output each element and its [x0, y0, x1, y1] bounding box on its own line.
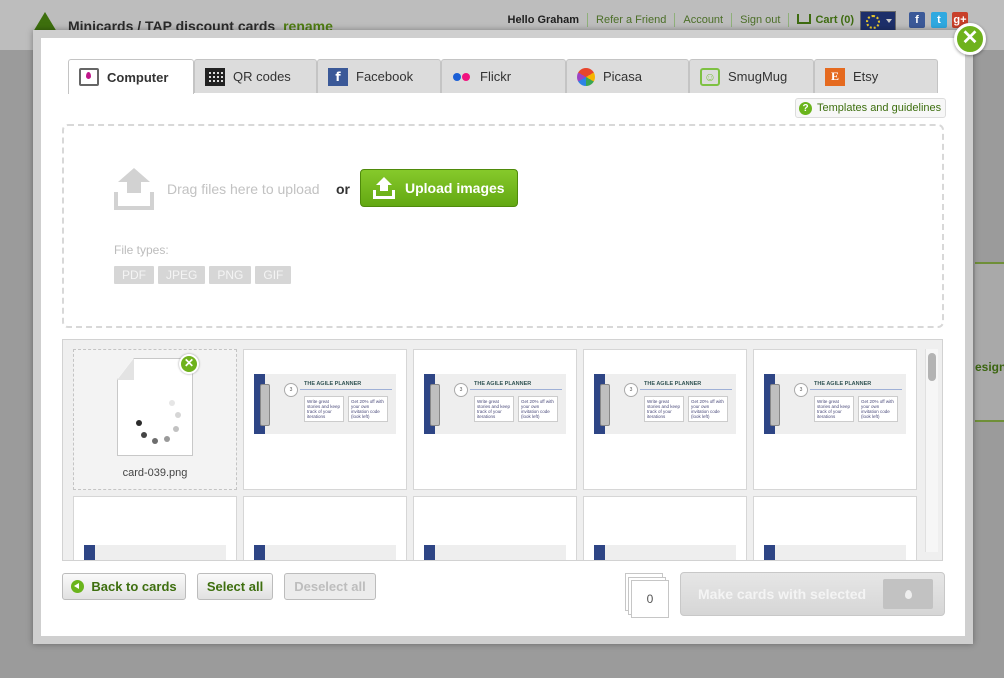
file-types-label: File types:: [114, 243, 169, 257]
gallery-thumbnail[interactable]: [583, 496, 747, 560]
gallery-scrollbar[interactable]: [925, 349, 938, 552]
region-selector[interactable]: [860, 11, 896, 31]
facebook-icon: f: [328, 67, 348, 86]
file-type-badge: JPEG: [158, 266, 206, 284]
gallery-item-loading[interactable]: ✕ card-039.png: [73, 349, 237, 490]
card-preview-image: 3 THE AGILE PLANNER Write great stories …: [254, 374, 396, 434]
tab-label: Picasa: [603, 69, 643, 84]
card-preview-image: [254, 545, 396, 560]
make-cards-button[interactable]: Make cards with selected: [680, 572, 945, 616]
tab-facebook[interactable]: f Facebook: [317, 59, 441, 93]
tab-label: QR codes: [233, 69, 291, 84]
facebook-icon[interactable]: f: [909, 12, 925, 28]
gallery-thumbnail[interactable]: 3 THE AGILE PLANNER Write great stories …: [413, 349, 577, 490]
tab-flickr[interactable]: Flickr: [441, 59, 566, 93]
upload-dropzone[interactable]: [62, 124, 944, 328]
or-text: or: [336, 181, 350, 197]
cart-icon: [797, 14, 812, 24]
file-type-badge: PDF: [114, 266, 154, 284]
tab-computer[interactable]: Computer: [68, 59, 194, 94]
cart-label: Cart (0): [815, 14, 854, 26]
tab-label: SmugMug: [728, 69, 788, 84]
tab-label: Etsy: [853, 69, 879, 84]
deselect-all-button[interactable]: Deselect all: [284, 573, 376, 600]
gallery-thumbnail[interactable]: 3 THE AGILE PLANNER Write great stories …: [583, 349, 747, 490]
tab-qr-codes[interactable]: QR codes: [194, 59, 317, 93]
refer-friend-link[interactable]: Refer a Friend: [588, 13, 676, 27]
upload-tray-icon: [114, 168, 154, 210]
selected-count-value: 0: [646, 592, 654, 606]
gallery-thumbnail[interactable]: 3 THE AGILE PLANNER Write great stories …: [753, 349, 917, 490]
card-preview-image: 3 THE AGILE PLANNER Write great stories …: [764, 374, 906, 434]
picasa-icon: [577, 67, 595, 86]
logo-icon[interactable]: [33, 12, 57, 32]
file-type-badge: GIF: [255, 266, 292, 284]
file-types-list: PDF JPEG PNG GIF: [114, 266, 295, 284]
background-panel: esign: [975, 262, 1004, 422]
card-preview-image: [424, 545, 566, 560]
selected-count: 0: [625, 573, 670, 618]
greeting-text: Hello Graham: [500, 13, 589, 27]
loading-spinner-icon: [135, 400, 181, 444]
twitter-icon[interactable]: t: [931, 12, 947, 28]
file-name: card-039.png: [122, 467, 188, 479]
source-tabs: Computer QR codes f Facebook Flickr Pica…: [68, 59, 938, 94]
templates-guidelines-link[interactable]: ? Templates and guidelines: [795, 98, 947, 118]
back-to-cards-button[interactable]: Back to cards: [62, 573, 186, 600]
remove-item-button[interactable]: ✕: [179, 354, 199, 374]
user-nav: Hello Graham Refer a Friend Account Sign…: [500, 13, 862, 27]
gallery-thumbnail[interactable]: [753, 496, 917, 560]
flickr-icon: [452, 68, 472, 86]
eu-flag-icon: [866, 15, 880, 29]
templates-guidelines-label: Templates and guidelines: [817, 102, 942, 114]
gallery-thumbnail[interactable]: 3 THE AGILE PLANNER Write great stories …: [243, 349, 407, 490]
card-preview-image: 3 THE AGILE PLANNER Write great stories …: [594, 374, 736, 434]
drop-icon: [883, 579, 933, 609]
tab-label: Computer: [107, 69, 169, 85]
card-preview-image: 3 THE AGILE PLANNER Write great stories …: [424, 374, 566, 434]
tab-label: Flickr: [480, 69, 512, 84]
make-cards-label: Make cards with selected: [698, 586, 867, 602]
upload-images-button[interactable]: Upload images: [360, 169, 518, 207]
drag-hint-text: Drag files here to upload: [167, 181, 320, 197]
tab-etsy[interactable]: E Etsy: [814, 59, 938, 93]
sign-out-link[interactable]: Sign out: [732, 13, 790, 27]
image-gallery: ✕ card-039.png 3 THE AGILE PLANNER Write…: [62, 339, 943, 561]
select-all-button[interactable]: Select all: [197, 573, 273, 600]
back-to-cards-label: Back to cards: [91, 579, 177, 594]
card-preview-image: [764, 545, 906, 560]
cart-link[interactable]: Cart (0): [789, 13, 862, 27]
close-modal-button[interactable]: ✕: [954, 23, 986, 55]
smugmug-icon: ☺: [700, 67, 720, 86]
help-icon: ?: [799, 101, 812, 115]
background-panel-text: esign: [975, 360, 1004, 374]
gallery-thumbnail[interactable]: [413, 496, 577, 560]
etsy-icon: E: [825, 67, 845, 86]
upload-icon: [373, 177, 395, 199]
file-type-badge: PNG: [209, 266, 252, 284]
tab-label: Facebook: [356, 69, 414, 84]
gallery-thumbnail[interactable]: [73, 496, 237, 560]
back-arrow-icon: [71, 580, 85, 593]
qr-code-icon: [205, 67, 225, 86]
gallery-thumbnail[interactable]: [243, 496, 407, 560]
computer-icon: [79, 68, 99, 86]
tab-picasa[interactable]: Picasa: [566, 59, 689, 93]
card-preview-image: [594, 545, 736, 560]
upload-images-label: Upload images: [405, 180, 505, 196]
card-preview-image: [84, 545, 226, 560]
tab-smugmug[interactable]: ☺ SmugMug: [689, 59, 814, 93]
chevron-down-icon: [886, 19, 892, 23]
account-link[interactable]: Account: [675, 13, 733, 27]
scrollbar-thumb[interactable]: [928, 353, 936, 381]
